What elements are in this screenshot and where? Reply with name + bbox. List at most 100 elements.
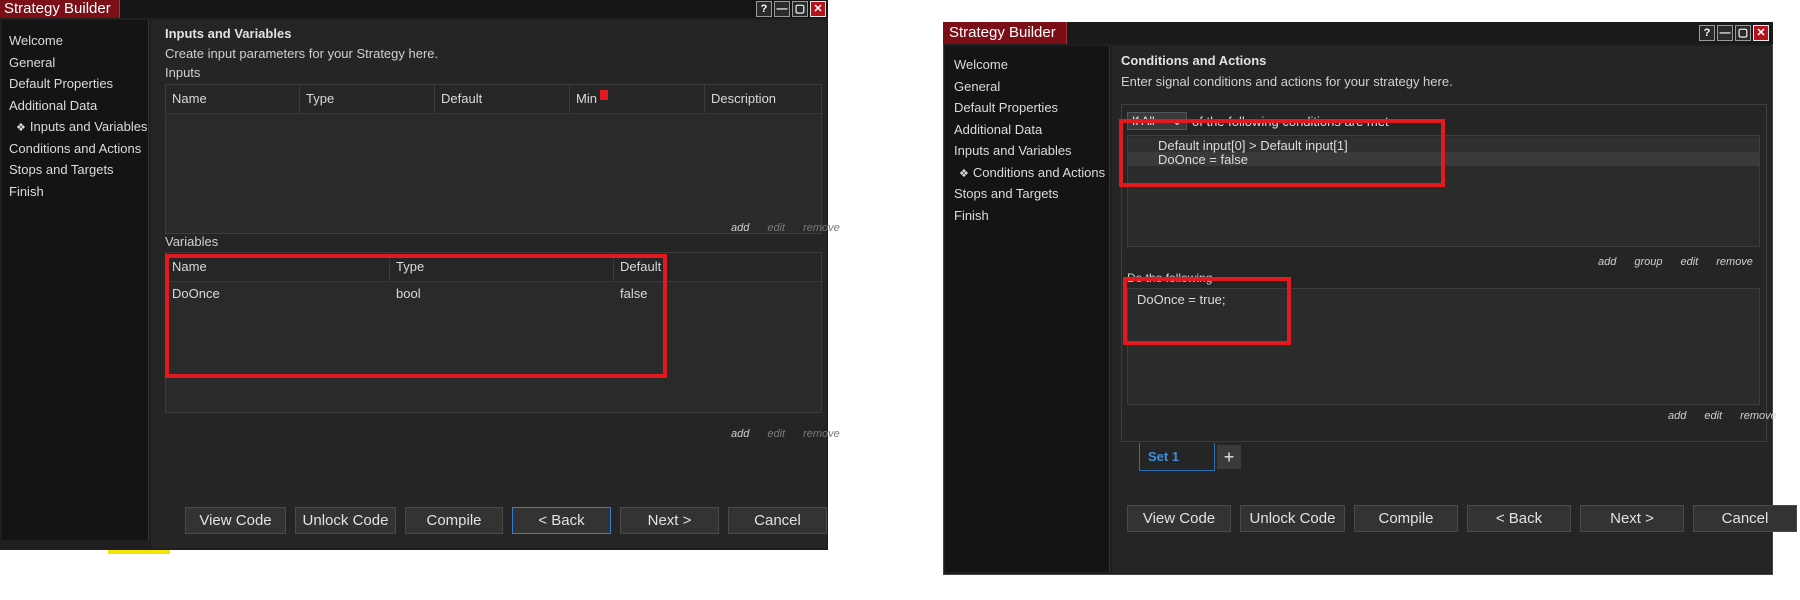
nav-item-conditions-and-actions[interactable]: ❖ Conditions and Actions (945, 162, 1109, 184)
titlebar-buttons: ? — ▢ ✕ (1699, 25, 1769, 41)
inputs-add-link[interactable]: add (731, 222, 749, 234)
inputs-actions: add edit remove (731, 222, 840, 234)
unlock-code-button[interactable]: Unlock Code (1240, 505, 1345, 532)
nav-label: Default Properties (9, 76, 114, 91)
help-button[interactable]: ? (1699, 25, 1715, 41)
nav-item-general[interactable]: General (945, 76, 1109, 98)
nav-item-inputs-and-variables[interactable]: Inputs and Variables (945, 140, 1109, 162)
next-button[interactable]: Next > (620, 507, 719, 534)
action-edit-link[interactable]: edit (1704, 410, 1722, 422)
unlock-code-button[interactable]: Unlock Code (295, 507, 396, 534)
variables-actions: add edit remove (731, 428, 840, 440)
nav-item-default-properties[interactable]: Default Properties (2, 73, 148, 95)
annotation-mark (600, 90, 608, 100)
cancel-button[interactable]: Cancel (1693, 505, 1797, 532)
tab-set-1[interactable]: Set 1 (1139, 443, 1215, 471)
nav-item-additional-data[interactable]: Additional Data (2, 95, 148, 117)
action-remove-link[interactable]: remove (1740, 410, 1777, 422)
wizard-nav: Welcome General Default Properties Addit… (2, 20, 149, 540)
nav-item-stops-and-targets[interactable]: Stops and Targets (2, 159, 148, 181)
inputs-table[interactable]: Name Type Default Min Description (165, 84, 822, 234)
variables-remove-link[interactable]: remove (803, 428, 840, 440)
nav-label: Additional Data (954, 121, 1043, 137)
titlebar-buttons: ? — ▢ ✕ (756, 1, 826, 17)
variables-edit-link[interactable]: edit (767, 428, 785, 440)
nav-item-welcome[interactable]: Welcome (945, 54, 1109, 76)
strategy-builder-window-inputs: Strategy Builder ? — ▢ ✕ Welcome General… (0, 0, 840, 550)
nav-item-stops-and-targets[interactable]: Stops and Targets (945, 183, 1109, 205)
nav-item-conditions-and-actions[interactable]: Conditions and Actions (2, 138, 148, 160)
back-button[interactable]: < Back (1467, 505, 1571, 532)
nav-item-inputs-and-variables[interactable]: ❖ Inputs and Variables (2, 116, 148, 138)
titlebar: Strategy Builder ? — ▢ ✕ (0, 0, 828, 18)
nav-label: Finish (9, 183, 44, 199)
condition-actions: add group edit remove (1598, 256, 1753, 268)
nav-item-finish[interactable]: Finish (945, 205, 1109, 227)
page-subtitle: Enter signal conditions and actions for … (1121, 74, 1453, 89)
nav-label: General (9, 54, 56, 70)
nav-label: General (954, 78, 1001, 94)
nav-item-default-properties[interactable]: Default Properties (945, 97, 1109, 119)
nav-label: Default Properties (954, 100, 1059, 115)
wizard-buttons: View Code Unlock Code Compile < Back Nex… (185, 507, 827, 534)
page-subtitle: Create input parameters for your Strateg… (165, 46, 439, 61)
variables-add-link[interactable]: add (731, 428, 749, 440)
compile-button[interactable]: Compile (1354, 505, 1458, 532)
nav-label: Welcome (9, 33, 63, 48)
action-add-link[interactable]: add (1668, 410, 1686, 422)
wizard-buttons: View Code Unlock Code Compile < Back Nex… (1127, 505, 1797, 532)
nav-label: Finish (954, 207, 989, 223)
maximize-button[interactable]: ▢ (792, 1, 808, 17)
condition-add-link[interactable]: add (1598, 256, 1616, 268)
column-header-name[interactable]: Name (166, 85, 300, 113)
annotation-box-variables (165, 254, 667, 378)
nav-label: Conditions and Actions (972, 164, 1106, 180)
column-header-min[interactable]: Min (570, 85, 705, 113)
minimize-button[interactable]: — (1717, 25, 1733, 41)
nav-item-finish[interactable]: Finish (2, 181, 148, 203)
wizard-nav: Welcome General Default Properties Addit… (945, 46, 1110, 572)
window-title: Strategy Builder (0, 0, 120, 18)
condition-group-link[interactable]: group (1634, 256, 1662, 268)
minimize-button[interactable]: — (774, 1, 790, 17)
inputs-label: Inputs (165, 65, 201, 80)
nav-label: Welcome (954, 57, 1008, 72)
diamond-bullet-icon: ❖ (16, 122, 26, 134)
help-button[interactable]: ? (756, 1, 772, 17)
view-code-button[interactable]: View Code (1127, 505, 1231, 532)
close-button[interactable]: ✕ (1753, 25, 1769, 41)
diamond-bullet-icon: ❖ (959, 167, 969, 180)
nav-item-general[interactable]: General (2, 52, 148, 74)
nav-label: Inputs and Variables (954, 143, 1072, 158)
inputs-table-header: Name Type Default Min Description (166, 85, 821, 114)
nav-item-additional-data[interactable]: Additional Data (945, 119, 1109, 141)
inputs-remove-link[interactable]: remove (803, 222, 840, 234)
compile-button[interactable]: Compile (405, 507, 503, 534)
nav-label: Conditions and Actions (9, 140, 142, 156)
strategy-builder-window-conditions: Strategy Builder ? — ▢ ✕ Welcome General… (943, 22, 1797, 575)
nav-label: Inputs and Variables (29, 119, 148, 134)
titlebar: Strategy Builder ? — ▢ ✕ (943, 22, 1773, 44)
cancel-button[interactable]: Cancel (728, 507, 827, 534)
condition-remove-link[interactable]: remove (1716, 256, 1753, 268)
next-button[interactable]: Next > (1580, 505, 1684, 532)
view-code-button[interactable]: View Code (185, 507, 286, 534)
close-button[interactable]: ✕ (810, 1, 826, 17)
column-header-description[interactable]: Description (705, 85, 821, 113)
inputs-edit-link[interactable]: edit (767, 222, 785, 234)
window-title: Strategy Builder (943, 22, 1067, 44)
maximize-button[interactable]: ▢ (1735, 25, 1751, 41)
column-header-default[interactable]: Default (435, 85, 570, 113)
add-set-button[interactable]: + (1217, 445, 1241, 469)
back-button[interactable]: < Back (512, 507, 611, 534)
page-title: Conditions and Actions (1121, 53, 1267, 68)
nav-item-welcome[interactable]: Welcome (2, 30, 148, 52)
action-actions: add edit remove (1668, 410, 1777, 422)
condition-edit-link[interactable]: edit (1681, 256, 1699, 268)
annotation-box-actions (1123, 277, 1291, 345)
annotation-box-conditions (1119, 119, 1445, 187)
nav-label: Stops and Targets (9, 162, 114, 177)
variables-label: Variables (165, 234, 219, 249)
background-strip (108, 550, 170, 554)
column-header-type[interactable]: Type (300, 85, 435, 113)
